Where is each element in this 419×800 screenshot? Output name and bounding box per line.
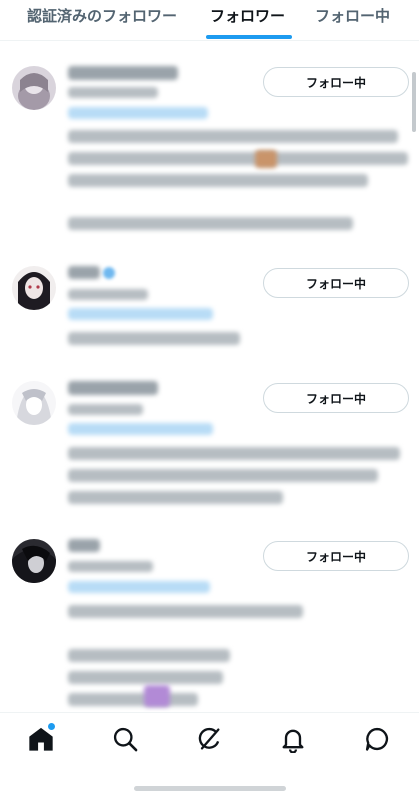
following-button[interactable]: フォロー中 xyxy=(263,383,409,413)
messages-icon[interactable] xyxy=(363,725,393,755)
tab-verified-followers[interactable]: 認証済みのフォロワー xyxy=(27,6,177,34)
avatar[interactable] xyxy=(12,266,56,310)
search-icon[interactable] xyxy=(111,725,141,755)
following-button[interactable]: フォロー中 xyxy=(263,67,409,97)
tab-following[interactable]: フォロー中 xyxy=(315,6,390,34)
avatar[interactable] xyxy=(12,539,56,583)
following-button[interactable]: フォロー中 xyxy=(263,541,409,571)
follower-tabs: 認証済みのフォロワー フォロワー フォロー中 xyxy=(0,0,419,41)
following-button[interactable]: フォロー中 xyxy=(263,268,409,298)
home-indicator[interactable] xyxy=(134,786,286,791)
notification-dot xyxy=(47,722,56,731)
grok-icon[interactable] xyxy=(195,725,225,755)
bottom-navigation xyxy=(0,712,419,773)
tab-followers[interactable]: フォロワー xyxy=(210,6,285,34)
avatar[interactable] xyxy=(12,381,56,425)
active-tab-indicator xyxy=(206,35,292,39)
scrollbar[interactable] xyxy=(412,72,416,132)
avatar[interactable] xyxy=(12,66,56,110)
notifications-icon[interactable] xyxy=(279,725,309,755)
